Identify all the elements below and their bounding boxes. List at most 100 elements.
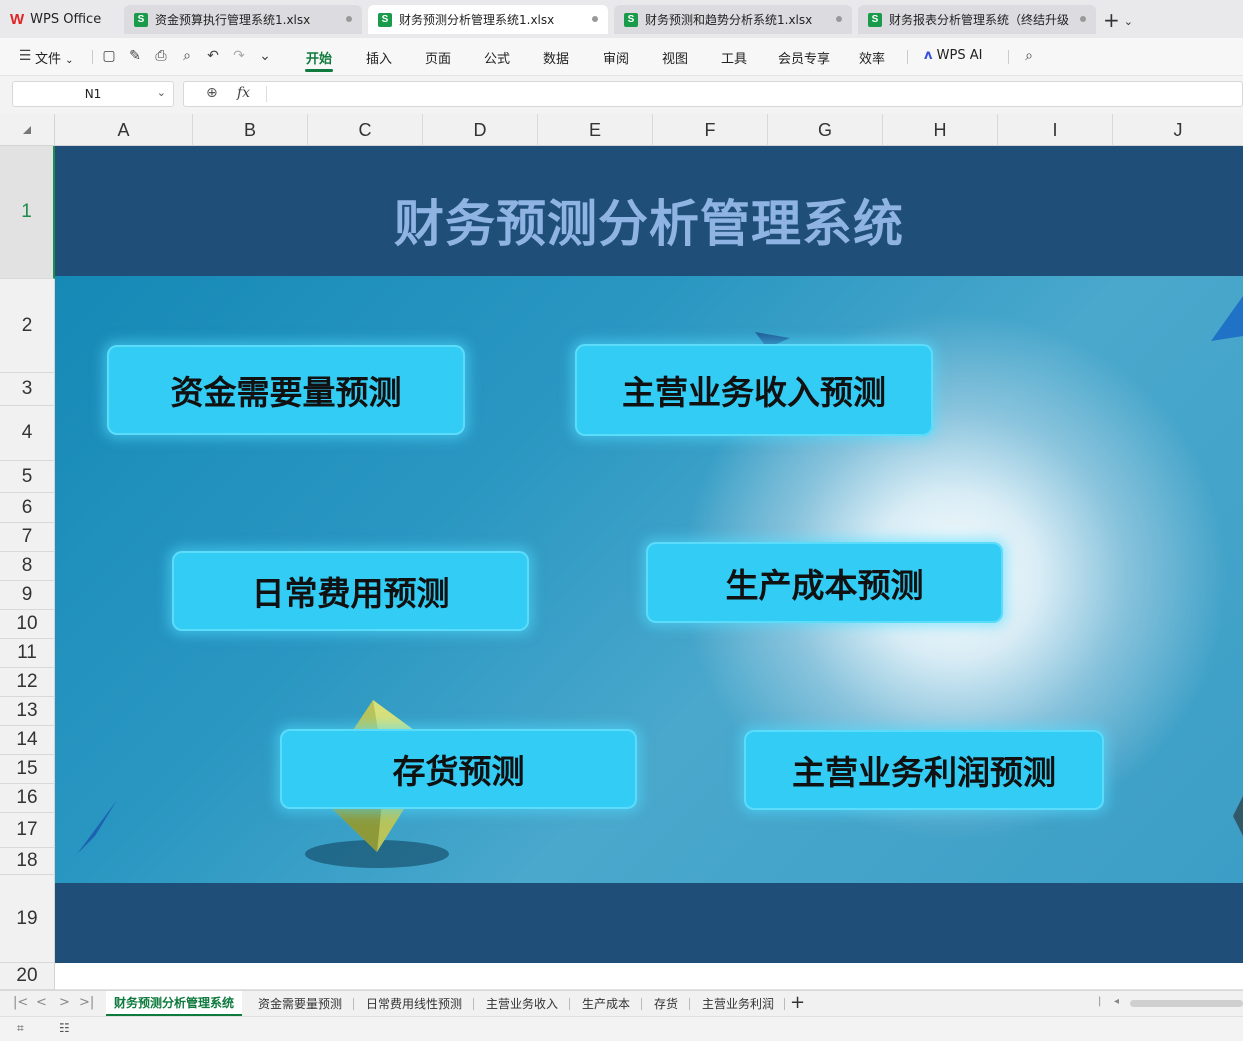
funds-requirement-forecast-button[interactable]: 资金需要量预测	[107, 345, 465, 435]
wps-office-home-tab[interactable]: W WPS Office	[10, 5, 118, 33]
plus-icon: +	[1103, 8, 1120, 32]
last-sheet-icon[interactable]: >|	[79, 995, 94, 1010]
previous-sheet-icon[interactable]: <	[36, 995, 47, 1010]
column-header-h[interactable]: H	[883, 114, 998, 146]
chevron-down-icon[interactable]: ⌄	[257, 48, 273, 64]
tab-home[interactable]: 开始	[306, 48, 332, 67]
sheet-tab-daily-expense[interactable]: 日常费用线性预测	[366, 991, 462, 1016]
chevron-down-icon[interactable]: ⌄	[157, 86, 166, 99]
file-menu[interactable]: 文件 ⌄	[35, 48, 74, 67]
macro-record-icon[interactable]: ⌗	[17, 1021, 24, 1036]
tab-close-dot-icon[interactable]	[592, 16, 598, 22]
row-header-9[interactable]: 9	[0, 581, 55, 610]
column-header-a[interactable]: A	[55, 114, 193, 146]
daily-expense-forecast-button[interactable]: 日常费用预测	[172, 551, 529, 631]
sheet-view-icon[interactable]: ☷	[59, 1021, 70, 1035]
column-header-b[interactable]: B	[193, 114, 308, 146]
row-header-13[interactable]: 13	[0, 697, 55, 726]
chevron-down-icon[interactable]: ⌄	[1124, 15, 1133, 28]
undo-icon[interactable]: ↶	[205, 48, 221, 64]
row-header-1[interactable]: 1	[0, 146, 55, 279]
print-icon[interactable]: ⎙	[153, 48, 169, 64]
main-profit-forecast-button[interactable]: 主营业务利润预测	[744, 730, 1104, 810]
row-header-20[interactable]: 20	[0, 963, 55, 990]
formula-input[interactable]: ⊕ fx	[183, 81, 1243, 107]
row-header-11[interactable]: 11	[0, 639, 55, 668]
tab-tools[interactable]: 工具	[721, 48, 747, 67]
zoom-formula-icon[interactable]: ⊕	[206, 85, 218, 101]
save-icon[interactable]: ▢	[101, 48, 117, 64]
add-sheet-button[interactable]: +	[790, 992, 805, 1013]
row-header-12[interactable]: 12	[0, 668, 55, 697]
document-tab-3[interactable]: S 财务预测和趋势分析系统1.xlsx	[614, 5, 852, 34]
row-20-cells[interactable]	[55, 963, 1243, 990]
row-header-18[interactable]: 18	[0, 848, 55, 875]
new-tab-button[interactable]: + ⌄	[1103, 8, 1133, 32]
tab-close-dot-icon[interactable]	[1080, 16, 1086, 22]
column-header-f[interactable]: F	[653, 114, 768, 146]
tab-data[interactable]: 数据	[543, 48, 569, 67]
document-tab-1[interactable]: S 资金预算执行管理系统1.xlsx	[124, 5, 362, 34]
row-header-2[interactable]: 2	[0, 279, 55, 373]
row-header-3[interactable]: 3	[0, 373, 55, 406]
sheet-tab-funds[interactable]: 资金需要量预测	[258, 991, 342, 1016]
row-header-19[interactable]: 19	[0, 875, 55, 963]
tab-separator	[353, 998, 354, 1010]
tab-efficiency[interactable]: 效率	[859, 48, 885, 67]
tab-member[interactable]: 会员专享	[778, 48, 830, 67]
row-header-5[interactable]: 5	[0, 461, 55, 493]
tab-close-dot-icon[interactable]	[346, 16, 352, 22]
select-all-corner[interactable]	[0, 114, 55, 146]
sheet-tab-profit[interactable]: 主营业务利润	[702, 991, 774, 1016]
spreadsheet-icon: S	[868, 12, 882, 27]
tab-formula[interactable]: 公式	[484, 48, 510, 67]
sheet-tab-production-cost[interactable]: 生产成本	[582, 991, 630, 1016]
sheet-tab-inventory[interactable]: 存货	[654, 991, 678, 1016]
tab-insert[interactable]: 插入	[366, 48, 392, 67]
sheet-tab-revenue[interactable]: 主营业务收入	[486, 991, 558, 1016]
row-header-16[interactable]: 16	[0, 784, 55, 813]
tab-view[interactable]: 视图	[662, 48, 688, 67]
wps-ai-button[interactable]: ʌ WPS AI	[924, 48, 982, 63]
column-header-j[interactable]: J	[1113, 114, 1243, 146]
dashboard-title: 财务预测分析管理系统	[394, 195, 904, 253]
row-header-10[interactable]: 10	[0, 610, 55, 639]
inventory-forecast-button[interactable]: 存货预测	[280, 729, 637, 809]
tab-review[interactable]: 审阅	[603, 48, 629, 67]
column-header-e[interactable]: E	[538, 114, 653, 146]
row-header-7[interactable]: 7	[0, 523, 55, 552]
tab-close-dot-icon[interactable]	[836, 16, 842, 22]
redo-icon[interactable]: ↷	[231, 48, 247, 64]
sheet-tab-dashboard[interactable]: 财务预测分析管理系统	[106, 991, 243, 1016]
search-icon[interactable]: ⌕	[1021, 48, 1037, 64]
tab-separator	[569, 998, 570, 1010]
insert-function-icon[interactable]: fx	[237, 85, 250, 101]
first-sheet-icon[interactable]: |<	[13, 995, 28, 1010]
toolbar-separator	[92, 50, 93, 64]
status-bar: ⌗ ☷	[0, 1016, 1243, 1041]
row-header-8[interactable]: 8	[0, 552, 55, 581]
column-header-d[interactable]: D	[423, 114, 538, 146]
column-header-c[interactable]: C	[308, 114, 423, 146]
scroll-left-icon[interactable]: ◂	[1114, 996, 1119, 1007]
format-painter-icon[interactable]: ✎	[127, 48, 143, 64]
tab-page[interactable]: 页面	[425, 48, 451, 67]
main-revenue-forecast-button[interactable]: 主营业务收入预测	[575, 344, 933, 436]
horizontal-scrollbar[interactable]	[1130, 1000, 1243, 1007]
hamburger-menu-icon[interactable]: ☰	[17, 48, 33, 64]
row-header-17[interactable]: 17	[0, 813, 55, 848]
column-header-i[interactable]: I	[998, 114, 1113, 146]
production-cost-forecast-button[interactable]: 生产成本预测	[646, 542, 1003, 623]
row-header-4[interactable]: 4	[0, 406, 55, 461]
row-header-15[interactable]: 15	[0, 755, 55, 784]
wps-ai-label: WPS AI	[936, 48, 983, 63]
print-preview-icon[interactable]: ⌕	[179, 48, 195, 64]
tab-separator	[784, 998, 785, 1010]
document-tab-4[interactable]: S 财务报表分析管理系统（终结升级	[858, 5, 1096, 34]
row-header-6[interactable]: 6	[0, 493, 55, 523]
row-header-14[interactable]: 14	[0, 726, 55, 755]
document-tab-2[interactable]: S 财务预测分析管理系统1.xlsx	[368, 5, 608, 34]
name-box[interactable]: N1 ⌄	[12, 81, 174, 107]
column-header-g[interactable]: G	[768, 114, 883, 146]
next-sheet-icon[interactable]: >	[59, 995, 70, 1010]
